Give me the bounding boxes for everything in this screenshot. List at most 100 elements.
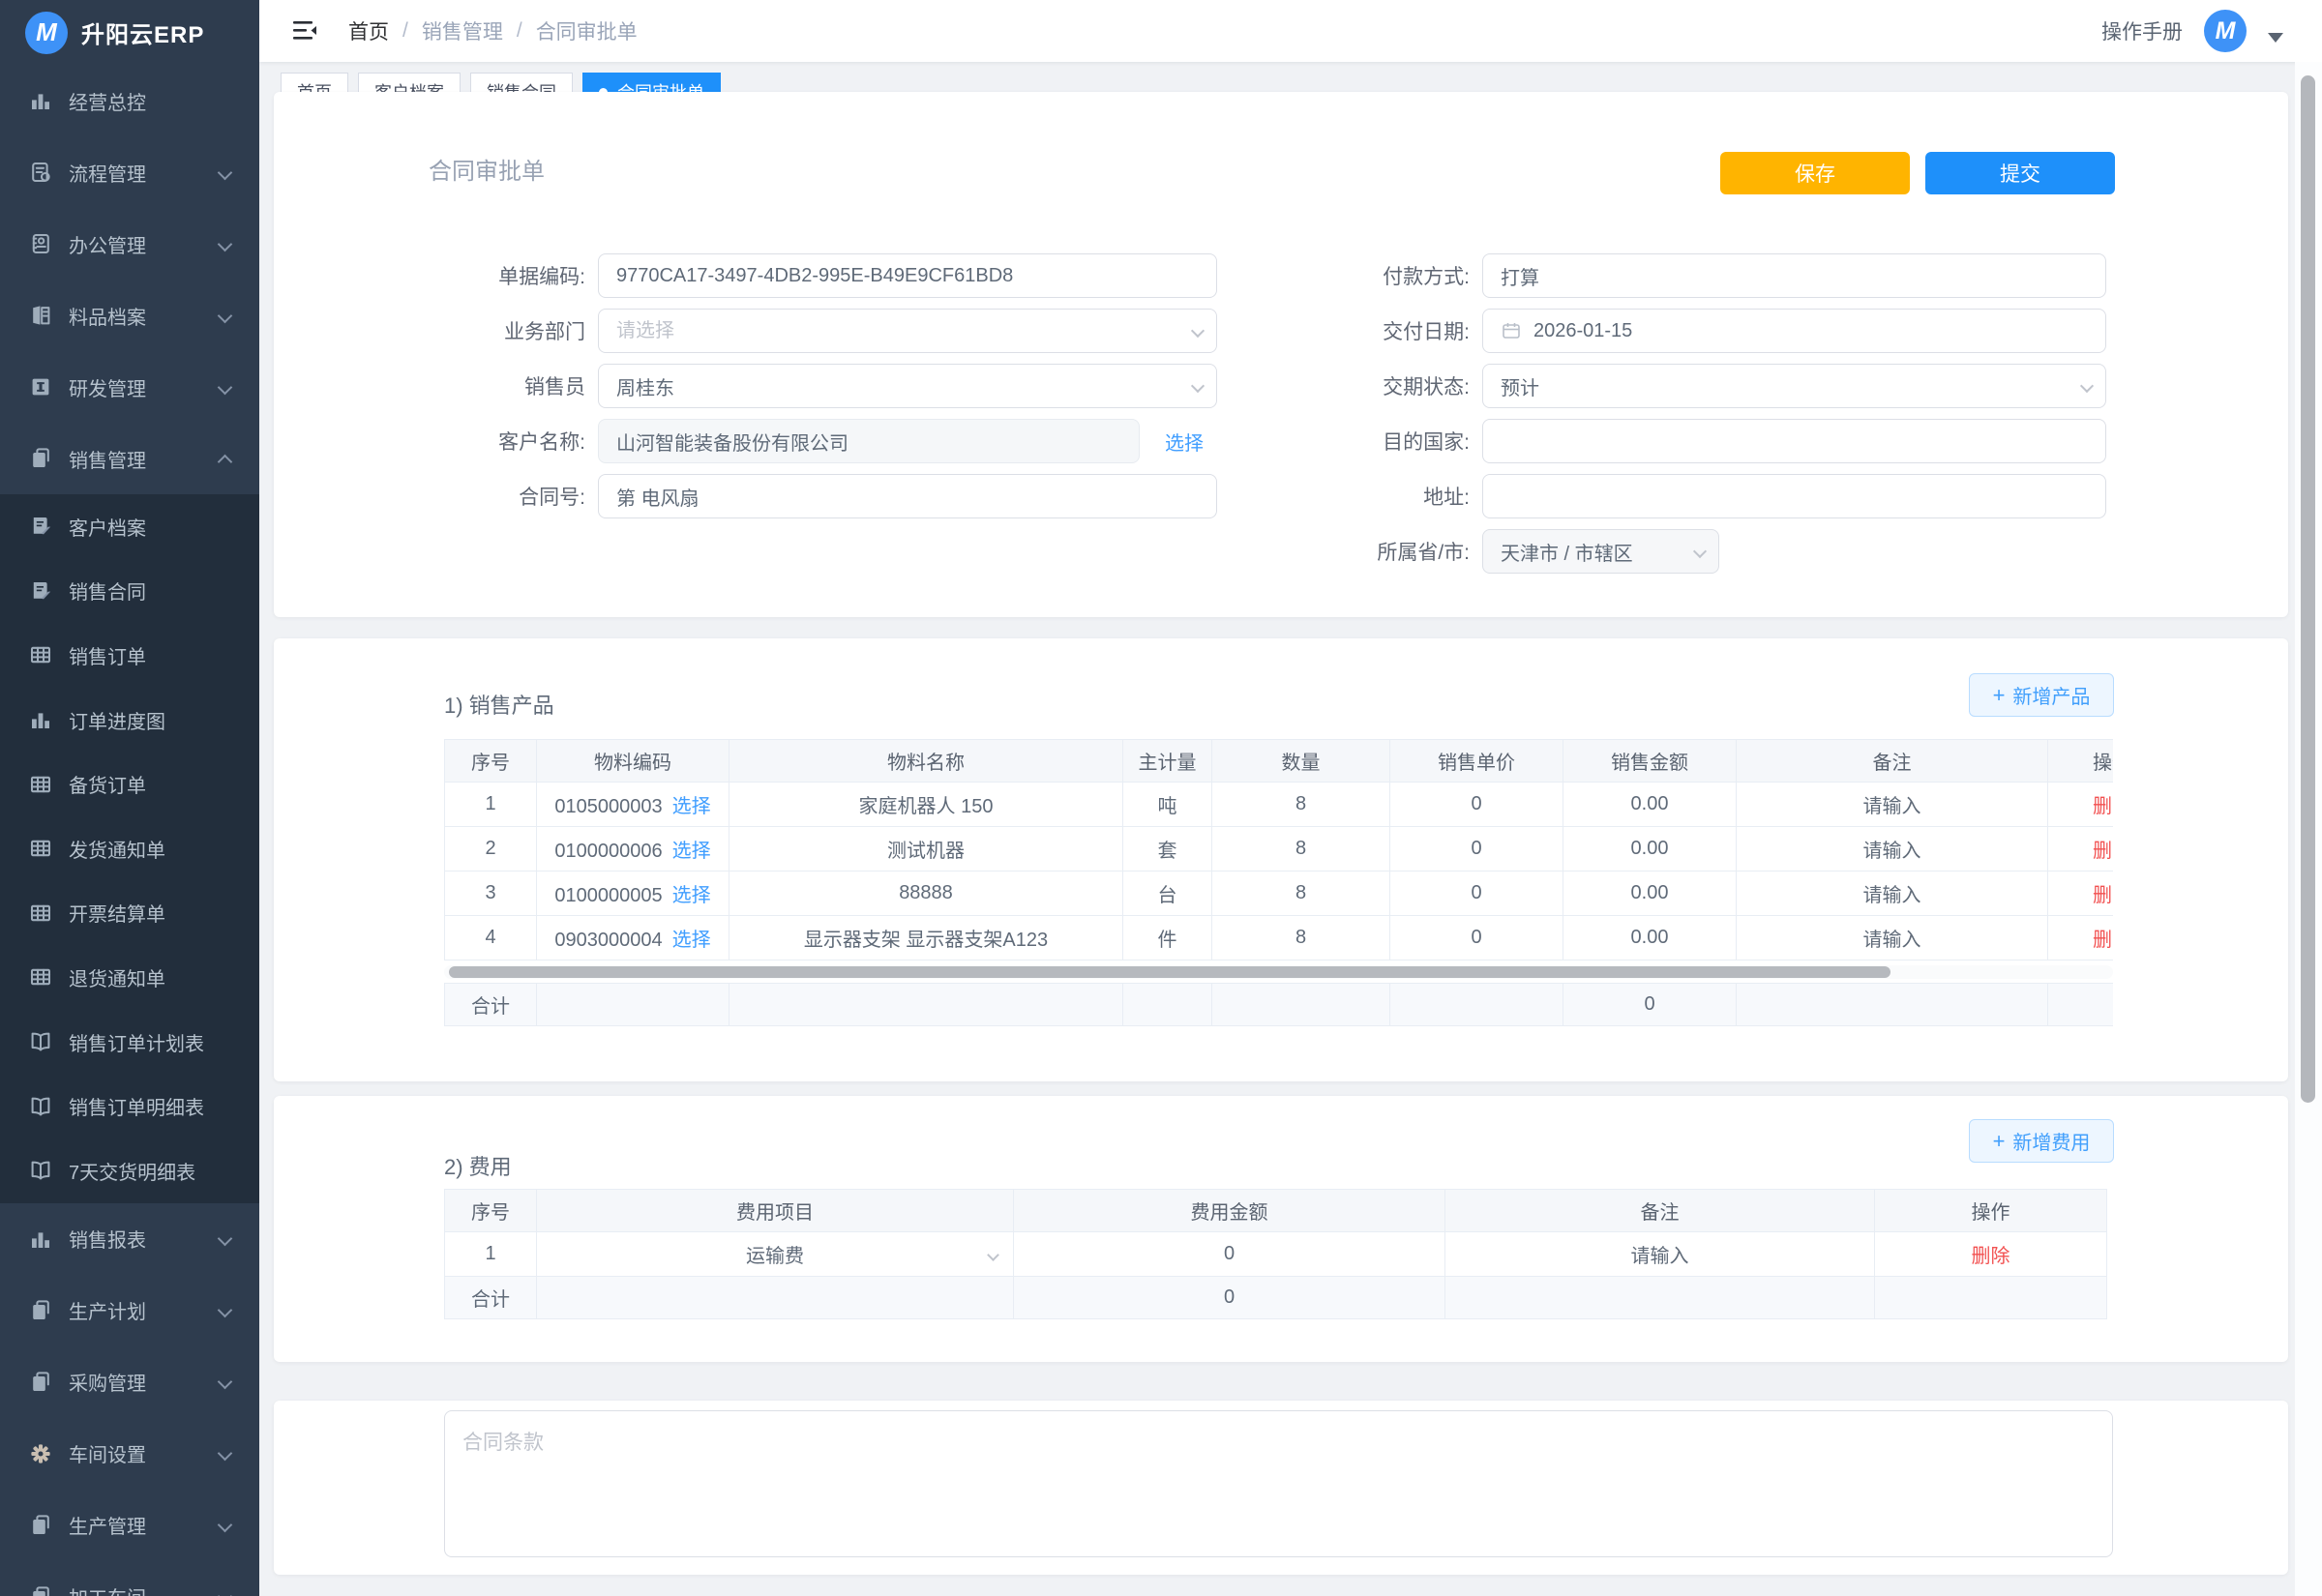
- sidebar-item-purchase-mgmt[interactable]: 采购管理: [0, 1346, 259, 1418]
- delete-link[interactable]: 删除: [2093, 930, 2113, 951]
- submit-button[interactable]: 提交: [1925, 152, 2115, 194]
- bar-chart-icon: [29, 89, 52, 112]
- sidebar-item-workshop-settings[interactable]: 车间设置: [0, 1418, 259, 1490]
- sidebar-item-material-archive[interactable]: 料品档案: [0, 280, 259, 351]
- province-city-select[interactable]: [1482, 529, 1719, 574]
- breadcrumb-sales-mgmt[interactable]: 销售管理: [422, 16, 503, 45]
- select-link[interactable]: 选择: [672, 930, 711, 951]
- business-dept-select[interactable]: [598, 309, 1217, 353]
- delivery-status-row: 交期状态:: [1221, 364, 2106, 408]
- main-content: 首页 客户档案 销售合同 合同审批单 合同审批单 保存 提交 单据编码: 业务部…: [259, 62, 2293, 1596]
- sidebar-item-customer-archive[interactable]: 客户档案: [0, 494, 259, 559]
- contract-no-field[interactable]: [598, 474, 1217, 518]
- remark-input[interactable]: 请输入: [1737, 783, 2048, 827]
- sidebar-item-order-progress[interactable]: 订单进度图: [0, 688, 259, 753]
- table-icon: [29, 643, 52, 666]
- address-row: 地址:: [1221, 474, 2106, 518]
- document-edit-icon: [29, 515, 52, 538]
- customer-select-link[interactable]: 选择: [1165, 428, 1204, 456]
- sales-submenu: 客户档案 销售合同 销售订单 订单进度图 备货订单 发货通知单: [0, 494, 259, 1203]
- select-link[interactable]: 选择: [672, 841, 711, 862]
- sidebar-item-business-overview[interactable]: 经营总控: [0, 65, 259, 136]
- logo-icon: M: [25, 12, 68, 54]
- fee-item-select[interactable]: 运输费: [537, 1232, 1014, 1277]
- contract-form-card: 合同审批单 保存 提交 单据编码: 业务部门 销售员 客户名称:: [274, 92, 2288, 617]
- contract-no-row: 合同号:: [313, 474, 1217, 518]
- sidebar-item-shipping-notice[interactable]: 发货通知单: [0, 816, 259, 881]
- destination-country-field[interactable]: [1482, 419, 2106, 463]
- address-field[interactable]: [1482, 474, 2106, 518]
- app-title: 升阳云ERP: [81, 15, 204, 49]
- doc-code-row: 单据编码:: [313, 253, 1217, 298]
- payment-method-row: 付款方式:: [1221, 253, 2106, 298]
- breadcrumb-separator: /: [517, 19, 522, 43]
- remark-input[interactable]: 请输入: [1445, 1232, 1875, 1277]
- documents-icon: [29, 1299, 52, 1322]
- contract-terms-textarea[interactable]: [444, 1410, 2113, 1557]
- terms-field-wrap: [444, 1410, 2113, 1557]
- product-row: 1 0105000003选择 家庭机器人 150 吨 8 0 0.00 请输入 …: [445, 783, 2114, 827]
- delivery-status-select[interactable]: [1482, 364, 2106, 408]
- user-avatar[interactable]: M: [2204, 10, 2247, 52]
- sidebar-item-stock-order[interactable]: 备货订单: [0, 752, 259, 816]
- sidebar-item-return-notice[interactable]: 退货通知单: [0, 945, 259, 1010]
- fees-header-row: 序号 费用项目 费用金额 备注 操作: [445, 1190, 2107, 1232]
- chevron-down-icon: [218, 1374, 233, 1390]
- products-total-row: 合计 0: [445, 984, 2114, 1026]
- delete-link[interactable]: 删除: [2093, 885, 2113, 906]
- breadcrumb-home[interactable]: 首页: [348, 16, 389, 45]
- business-dept-row: 业务部门: [313, 309, 1217, 353]
- sidebar-item-production-mgmt[interactable]: 生产管理: [0, 1490, 259, 1561]
- sidebar-item-sales-order-detail[interactable]: 销售订单明细表: [0, 1074, 259, 1138]
- app-logo[interactable]: M 升阳云ERP: [0, 0, 259, 65]
- products-table-clip: 序号 物料编码 物料名称 主计量 数量 销售单价 销售金额 备注 操作 1 01…: [444, 739, 2113, 961]
- sidebar-item-seven-day-delivery[interactable]: 7天交货明细表: [0, 1138, 259, 1203]
- vertical-scrollbar-thumb[interactable]: [2301, 75, 2315, 1103]
- open-book-icon: [29, 1030, 52, 1053]
- sidebar-item-process-mgmt[interactable]: 流程管理: [0, 136, 259, 208]
- user-menu-caret-icon[interactable]: [2268, 33, 2283, 43]
- salesperson-select[interactable]: [598, 364, 1217, 408]
- documents-icon: [29, 1585, 52, 1596]
- sidebar-item-invoice-settlement[interactable]: 开票结算单: [0, 881, 259, 946]
- remark-input[interactable]: 请输入: [1737, 916, 2048, 961]
- sidebar-collapse-icon[interactable]: [290, 16, 319, 45]
- sidebar-item-processing-workshop[interactable]: 加工车间: [0, 1561, 259, 1596]
- save-button[interactable]: 保存: [1720, 152, 1910, 194]
- province-city-row: 所属省/市:: [1221, 529, 2106, 574]
- add-fee-button[interactable]: + 新增费用: [1969, 1119, 2114, 1163]
- products-horizontal-scrollbar: [444, 965, 2113, 979]
- remark-input[interactable]: 请输入: [1737, 872, 2048, 916]
- chevron-down-icon: [218, 1303, 233, 1318]
- doc-code-field[interactable]: [598, 253, 1217, 298]
- delete-link[interactable]: 删除: [2093, 796, 2113, 817]
- delete-link[interactable]: 删除: [1972, 1246, 2010, 1267]
- fees-table-clip: 序号 费用项目 费用金额 备注 操作 1 运输费 0 请输入 删除 合计: [444, 1189, 2113, 1319]
- add-product-button[interactable]: + 新增产品: [1969, 673, 2114, 717]
- fees-total-amount: 0: [1014, 1277, 1445, 1319]
- sidebar-item-production-plan[interactable]: 生产计划: [0, 1275, 259, 1346]
- sidebar-item-rd-mgmt[interactable]: 研发管理: [0, 351, 259, 423]
- header-actions: 操作手册 M: [2101, 10, 2283, 52]
- delivery-date-field[interactable]: [1482, 309, 2106, 353]
- remark-input[interactable]: 请输入: [1737, 827, 2048, 872]
- sidebar-item-sales-report[interactable]: 销售报表: [0, 1203, 259, 1275]
- sidebar-item-sales-order-plan[interactable]: 销售订单计划表: [0, 1010, 259, 1075]
- customer-name-field: [598, 419, 1140, 463]
- delete-link[interactable]: 删除: [2093, 841, 2113, 862]
- fees-card: 2) 费用 + 新增费用 序号 费用项目 费用金额 备注 操作 1: [274, 1096, 2288, 1362]
- fees-table: 序号 费用项目 费用金额 备注 操作 1 运输费 0 请输入 删除 合计: [444, 1189, 2107, 1319]
- products-hscrollbar-thumb[interactable]: [449, 966, 1890, 978]
- select-link[interactable]: 选择: [672, 885, 711, 906]
- sidebar-item-sales-order[interactable]: 销售订单: [0, 623, 259, 688]
- select-link[interactable]: 选择: [672, 796, 711, 817]
- sidebar-item-sales-contract[interactable]: 销售合同: [0, 559, 259, 624]
- plus-icon: +: [1993, 685, 2006, 706]
- payment-method-field[interactable]: [1482, 253, 2106, 298]
- manual-link[interactable]: 操作手册: [2101, 16, 2183, 45]
- open-book-icon: [29, 1159, 52, 1182]
- sidebar-item-office-mgmt[interactable]: 办公管理: [0, 208, 259, 280]
- sidebar-item-sales-mgmt[interactable]: 销售管理: [0, 423, 259, 494]
- page-title: 合同审批单: [429, 152, 545, 186]
- form-right-column: 付款方式: 交付日期: 交期状态: 目的国家:: [1221, 253, 2106, 584]
